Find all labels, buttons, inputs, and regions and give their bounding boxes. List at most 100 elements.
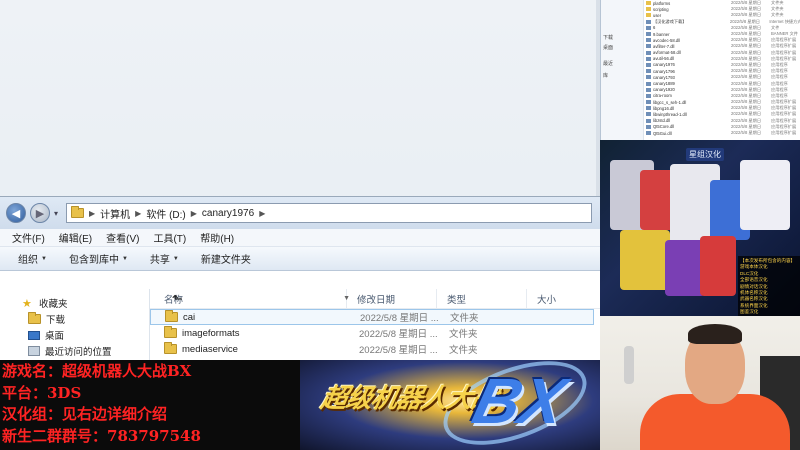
column-header: 名称 ▼ 修改日期 类型 大小 <box>150 289 600 309</box>
file-icon <box>646 75 651 80</box>
mini-file-name: canary1976 <box>653 62 675 68</box>
list-item[interactable]: avcodec-58.dll 2022/5/8 星期日 应用程序扩展 <box>644 37 800 43</box>
column-size-label: 大小 <box>537 294 557 306</box>
history-dropdown-icon[interactable]: ▾ <box>54 209 62 218</box>
list-item[interactable]: libwinpthread-1.dll 2022/5/8 星期日 应用程序扩展 <box>644 111 800 117</box>
streamer-hair <box>688 324 742 344</box>
list-item[interactable]: canary1889 2022/5/8 星期日 应用程序 <box>644 80 800 86</box>
mini-file-date: 2022/5/8 星期日 <box>731 123 762 129</box>
menu-bar: 文件(F) 编辑(E) 查看(V) 工具(T) 帮助(H) <box>0 229 600 247</box>
folder-icon <box>646 13 651 18</box>
list-item[interactable]: canary1796 2022/5/8 星期日 应用程序 <box>644 68 800 74</box>
column-size[interactable]: 大小 <box>527 289 600 308</box>
mini-nav-label[interactable]: 下载 <box>603 34 613 41</box>
robot-figure <box>665 240 705 296</box>
table-row[interactable]: imageformats 2022/5/8 星期日 ... 文件夹 <box>150 325 600 341</box>
nav-desktop[interactable]: 桌面 <box>0 327 149 343</box>
list-item[interactable]: canary1976 2022/5/8 星期日 应用程序 <box>644 62 800 68</box>
file-icon <box>646 87 651 92</box>
menu-help[interactable]: 帮助(H) <box>200 230 234 245</box>
list-item[interactable]: libpng16.dll 2022/5/8 星期日 应用程序扩展 <box>644 105 800 111</box>
arrow-left-icon: ◀ <box>11 207 21 220</box>
back-button[interactable]: ◀ <box>6 203 26 223</box>
file-icon <box>646 38 651 43</box>
file-icon <box>646 100 651 105</box>
list-item[interactable]: avutil-56.dll 2022/5/8 星期日 应用程序扩展 <box>644 56 800 62</box>
file-date: 2022/5/8 星期日 ... <box>359 329 437 340</box>
breadcrumb-computer[interactable]: 计算机 <box>100 206 130 221</box>
column-date[interactable]: 修改日期 <box>347 289 437 308</box>
file-name: imageformats <box>182 327 240 339</box>
mini-file-type: 文件 <box>771 24 780 30</box>
mini-nav-label[interactable]: 最近 <box>603 60 613 67</box>
include-in-library-button[interactable]: 包含到库中 ▼ <box>69 251 128 266</box>
mini-file-date: 2022/5/8 星期日 <box>731 99 762 105</box>
list-item[interactable]: canary1920 2022/5/8 星期日 应用程序 <box>644 87 800 93</box>
column-date-label: 修改日期 <box>357 294 396 306</box>
game-name-text: 游戏名：超级机器人大战BX <box>2 362 192 380</box>
list-item[interactable]: libzstd.dll 2022/5/8 星期日 应用程序扩展 <box>644 118 800 124</box>
mini-file-name: 9.banner <box>653 31 670 37</box>
nav-recent[interactable]: 最近访问的位置 <box>0 343 149 359</box>
menu-edit[interactable]: 编辑(E) <box>59 230 92 245</box>
table-row[interactable]: cai 2022/5/8 星期日 ... 文件夹 <box>150 309 594 325</box>
mini-file-type: 应用程序扩展 <box>771 55 797 61</box>
mini-file-type: 文件夹 <box>771 12 784 18</box>
mini-file-date: 2022/5/8 星期日 <box>731 24 762 30</box>
mini-file-date: 2022/5/8 星期日 <box>731 37 762 43</box>
folder-icon <box>646 7 651 12</box>
list-item[interactable]: libgcc_s_seh-1.dll 2022/5/8 星期日 应用程序扩展 <box>644 99 800 105</box>
list-item[interactable]: 9.banner 2022/5/8 星期日 BANNER 文件 <box>644 31 800 37</box>
new-folder-button[interactable]: 新建文件夹 <box>201 251 251 266</box>
table-row[interactable]: mediaservice 2022/5/8 星期日 ... 文件夹 <box>150 341 600 357</box>
secondary-file-list: platforms 2022/5/8 星期日 文件夹 scripting 2022/5/… <box>644 0 800 136</box>
mini-file-name: avformat-58.dll <box>653 50 681 56</box>
list-item[interactable]: avformat-58.dll 2022/5/8 星期日 应用程序扩展 <box>644 50 800 56</box>
list-item[interactable]: Qt5Gui.dll 2022/5/8 星期日 应用程序扩展 <box>644 130 800 136</box>
address-row: ◀ ▶ ▾ ▶ 计算机 ▶ 软件 (D:) ▶ canary1976 ▶ <box>0 197 600 229</box>
new-folder-label: 新建文件夹 <box>200 255 251 266</box>
column-type[interactable]: 类型 <box>437 289 527 308</box>
mini-file-type: 应用程序 <box>771 61 788 67</box>
mini-file-name: libwinpthread-1.dll <box>653 111 687 117</box>
mini-file-date: 2022/5/8 星期日 <box>731 111 762 117</box>
caret-down-icon: ▼ <box>172 255 179 262</box>
list-item[interactable]: 【汉化游戏下载】 2022/5/8 星期日 Internet 快捷方式 <box>644 19 800 25</box>
mini-file-date: 2022/5/8 星期日 <box>731 49 762 55</box>
mini-nav-label[interactable]: 库 <box>603 72 608 79</box>
list-item[interactable]: 6 2022/5/8 星期日 文件 <box>644 25 800 31</box>
forward-button[interactable]: ▶ <box>30 203 50 223</box>
menu-tools[interactable]: 工具(T) <box>153 230 186 245</box>
list-item[interactable]: avfilter-7.dll 2022/5/8 星期日 应用程序扩展 <box>644 43 800 49</box>
mini-file-date: 2022/5/8 星期日 <box>731 6 762 12</box>
navigation-pane: ★ 收藏夹 下载 桌面 最近访问的位置 <box>0 289 150 361</box>
mini-file-date: 2022/5/8 星期日 <box>731 92 762 98</box>
mini-file-type: 应用程序 <box>771 86 788 92</box>
mini-nav-label[interactable]: 桌面 <box>603 44 613 51</box>
menu-view[interactable]: 查看(V) <box>106 230 139 245</box>
mini-file-type: 应用程序 <box>771 92 788 98</box>
robot-figure <box>620 230 670 290</box>
organize-button[interactable]: 组织 ▼ <box>18 251 47 266</box>
arrow-right-icon: ▶ <box>35 207 45 220</box>
file-type: 文件夹 <box>449 345 478 356</box>
list-item[interactable]: Qt5Core.dll 2022/5/8 星期日 应用程序扩展 <box>644 124 800 130</box>
nav-recent-label: 最近访问的位置 <box>45 347 112 358</box>
nav-downloads[interactable]: 下载 <box>0 311 149 327</box>
address-bar[interactable]: ▶ 计算机 ▶ 软件 (D:) ▶ canary1976 ▶ <box>66 203 592 223</box>
nav-favorites[interactable]: ★ 收藏夹 <box>0 295 149 311</box>
mini-file-name: libgcc_s_seh-1.dll <box>653 99 687 105</box>
mini-file-date: 2022/5/8 星期日 <box>729 18 760 24</box>
list-item[interactable]: scripting 2022/5/8 星期日 文件夹 <box>644 6 800 12</box>
share-button[interactable]: 共享 ▼ <box>150 251 179 266</box>
folder-icon <box>165 310 178 322</box>
breadcrumb-folder[interactable]: canary1976 <box>202 208 254 219</box>
list-item[interactable]: platforms 2022/5/8 星期日 文件夹 <box>644 0 800 6</box>
file-list: 名称 ▼ 修改日期 类型 大小 cai 2022/5/8 星期日 ... 文件夹 <box>150 289 600 361</box>
menu-file[interactable]: 文件(F) <box>12 230 45 245</box>
breadcrumb-drive[interactable]: 软件 (D:) <box>146 206 185 221</box>
list-item[interactable]: user 2022/5/8 星期日 文件夹 <box>644 12 800 18</box>
list-item[interactable]: citra-room 2022/5/8 星期日 应用程序 <box>644 93 800 99</box>
list-item[interactable]: canary1793 2022/5/8 星期日 应用程序 <box>644 74 800 80</box>
platform-text: 平台：3DS <box>2 383 82 402</box>
